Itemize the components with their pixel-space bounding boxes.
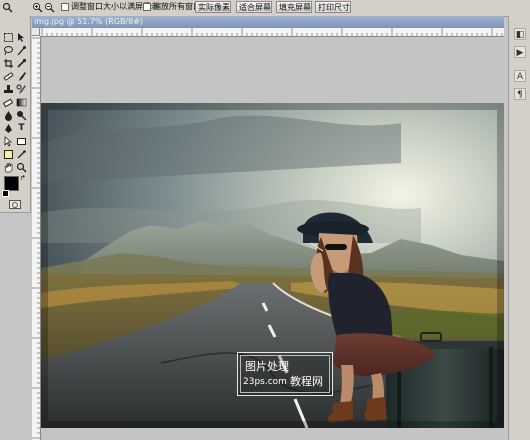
path-selection-tool-icon[interactable]	[3, 136, 14, 147]
actual-pixels-button[interactable]: 实际像素	[195, 1, 231, 13]
marquee-tool-icon[interactable]	[3, 32, 14, 43]
quick-mask-icon[interactable]	[9, 200, 21, 209]
blur-tool-icon[interactable]	[3, 110, 14, 121]
fit-screen-button[interactable]: 适合屏幕	[236, 1, 272, 13]
ruler-origin[interactable]	[32, 28, 40, 36]
watermark-line1: 图片处理	[245, 360, 289, 373]
zoom-tool-preset-icon[interactable]	[2, 2, 13, 13]
eyedropper-sample-tool-icon[interactable]	[16, 149, 27, 160]
history-panel-icon[interactable]: ▶	[514, 46, 526, 58]
photo-image: 图片处理 23ps.com 教程网	[41, 103, 504, 428]
canvas-area[interactable]: 图片处理 23ps.com 教程网	[41, 37, 504, 440]
type-tool-icon[interactable]: T	[16, 123, 27, 134]
notes-tool-icon[interactable]	[3, 149, 14, 160]
watermark: 图片处理 23ps.com 教程网	[237, 352, 333, 396]
eyedropper-tool-icon[interactable]	[16, 58, 27, 69]
print-size-button[interactable]: 打印尺寸	[315, 1, 351, 13]
pen-tool-icon[interactable]	[3, 123, 14, 134]
fill-screen-button[interactable]: 填充屏幕	[276, 1, 312, 13]
document-window: img.jpg @ 51.7% (RGB/8#) 图片处理 23ps.com 教…	[32, 16, 504, 440]
options-bar: 调整窗口大小以满屏显示 缩放所有窗口 实际像素 适合屏幕 填充屏幕 打印尺寸	[0, 0, 530, 17]
rectangle-shape-tool-icon[interactable]	[16, 136, 27, 147]
character-panel-icon[interactable]: A	[514, 70, 526, 82]
zoom-tool-icon[interactable]	[16, 162, 27, 173]
dodge-tool-icon[interactable]	[16, 110, 27, 121]
watermark-line2: 23ps.com	[243, 377, 287, 387]
history-brush-tool-icon[interactable]	[16, 84, 27, 95]
healing-brush-tool-icon[interactable]	[3, 71, 14, 82]
foreground-color-swatch[interactable]	[4, 176, 19, 191]
eraser-tool-icon[interactable]	[2, 97, 14, 108]
zoom-all-windows-label: 缩放所有窗口	[153, 2, 201, 11]
panel-dock: ◧ ▶ A ¶	[508, 16, 530, 440]
zoom-all-windows-checkbox[interactable]	[143, 3, 151, 11]
navigator-panel-icon[interactable]: ◧	[514, 28, 526, 40]
vertical-ruler[interactable]	[32, 36, 41, 440]
watermark-line3: 教程网	[290, 375, 323, 388]
lasso-tool-icon[interactable]	[3, 45, 14, 56]
default-colors-icon[interactable]	[2, 190, 9, 197]
move-tool-icon[interactable]	[16, 32, 27, 43]
crop-tool-icon[interactable]	[3, 58, 14, 69]
gradient-tool-icon[interactable]	[16, 97, 27, 108]
clone-stamp-tool-icon[interactable]	[3, 84, 14, 95]
magic-wand-tool-icon[interactable]	[16, 45, 27, 56]
horizontal-ruler[interactable]	[40, 28, 504, 37]
document-title-bar[interactable]: img.jpg @ 51.7% (RGB/8#)	[32, 16, 504, 28]
brush-tool-icon[interactable]	[16, 71, 27, 82]
paragraph-panel-icon[interactable]: ¶	[514, 88, 526, 100]
zoom-out-icon[interactable]	[44, 2, 55, 13]
hand-tool-icon[interactable]	[3, 162, 14, 173]
swap-colors-icon[interactable]: ↱	[20, 174, 26, 182]
tools-panel: T ↱	[0, 16, 31, 213]
zoom-in-icon[interactable]	[32, 2, 43, 13]
resize-windows-checkbox[interactable]	[61, 3, 69, 11]
